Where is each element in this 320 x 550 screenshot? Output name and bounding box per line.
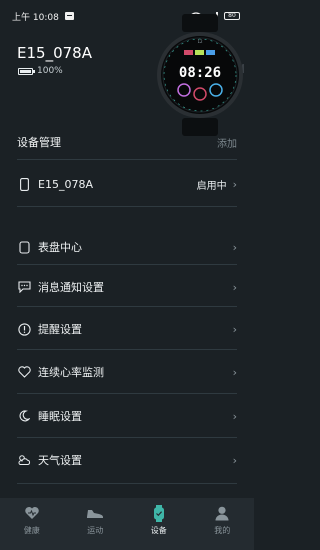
menu-item-heart-rate-monitoring[interactable]: 连续心率监测 › <box>17 350 237 394</box>
device-battery: 100% <box>18 66 63 76</box>
chevron-right-icon: › <box>232 365 237 379</box>
tab-device[interactable]: 设备 <box>127 498 191 550</box>
chevron-right-icon: › <box>232 453 237 467</box>
chevron-right-icon: › <box>232 240 237 254</box>
menu-item-notification-settings[interactable]: 消息通知设置 › <box>17 265 237 309</box>
weather-icon <box>17 453 31 467</box>
menu-item-weather-settings[interactable]: 天气设置 › <box>17 438 237 482</box>
tab-label: 我的 <box>214 526 231 535</box>
watch-preview-image: 12 08:26 <box>157 14 244 136</box>
tab-label: 运动 <box>87 526 104 535</box>
menu-item-sleep-settings[interactable]: 睡眠设置 › <box>17 394 237 438</box>
menu-item-label: 天气设置 <box>38 454 82 467</box>
watch-face-time: 08:26 <box>179 65 221 81</box>
device-management-header: 设备管理 添加 <box>17 134 237 150</box>
watch-icon <box>17 240 31 254</box>
menu-item-label: 表盘中心 <box>38 241 82 254</box>
device-watch-icon <box>150 504 168 522</box>
chevron-right-icon: › <box>232 322 237 336</box>
device-battery-level: 100% <box>37 66 63 76</box>
shoe-icon <box>86 504 104 522</box>
svg-text:12: 12 <box>197 39 203 44</box>
tab-mine[interactable]: 我的 <box>191 498 255 550</box>
smartwatch-icon <box>17 177 31 191</box>
device-row-name: E15_078A <box>38 177 93 191</box>
health-icon <box>23 504 41 522</box>
divider <box>17 159 237 160</box>
heart-icon <box>17 365 31 379</box>
moon-icon <box>17 409 31 423</box>
section-title: 设备管理 <box>17 136 61 149</box>
menu-item-label: 提醒设置 <box>38 323 82 336</box>
tab-label: 健康 <box>23 526 40 535</box>
tab-label: 设备 <box>150 526 167 535</box>
menu-item-label: 睡眠设置 <box>38 410 82 423</box>
device-name: E15_078A <box>17 44 92 62</box>
message-notification-icon <box>64 12 74 20</box>
tab-sport[interactable]: 运动 <box>64 498 128 550</box>
status-time: 上午 10:08 <box>12 12 59 23</box>
menu-item-label: 连续心率监测 <box>38 366 104 379</box>
tab-health[interactable]: 健康 <box>0 498 64 550</box>
menu-item-watch-face-center[interactable]: 表盘中心 › <box>17 225 237 269</box>
profile-icon <box>213 504 231 522</box>
chevron-right-icon: › <box>232 177 237 191</box>
alert-icon <box>17 322 31 336</box>
chevron-right-icon: › <box>232 280 237 294</box>
device-battery-icon <box>18 67 35 75</box>
chevron-right-icon: › <box>232 409 237 423</box>
message-icon <box>17 280 31 294</box>
device-row[interactable]: E15_078A 启用中 › <box>17 162 237 206</box>
bottom-tab-bar: 健康 运动 设备 我的 <box>0 498 254 550</box>
menu-item-label: 消息通知设置 <box>38 281 104 294</box>
divider <box>17 483 237 484</box>
device-status: 启用中 <box>196 180 227 192</box>
menu-item-reminder-settings[interactable]: 提醒设置 › <box>17 307 237 351</box>
add-device-button[interactable]: 添加 <box>217 135 237 150</box>
divider <box>17 206 237 207</box>
